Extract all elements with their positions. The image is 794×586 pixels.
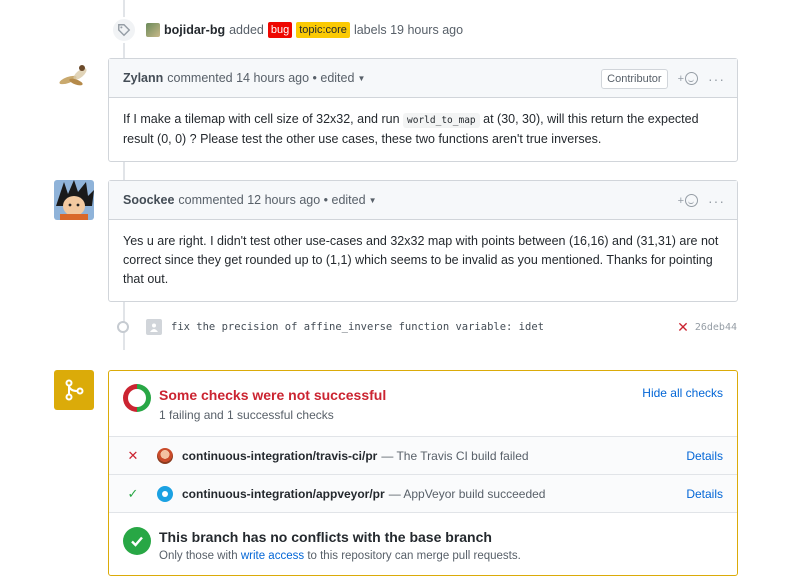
comment-author[interactable]: Soockee — [123, 193, 174, 207]
tag-icon — [111, 17, 137, 43]
conflict-subtitle: Only those with write access to this rep… — [159, 550, 521, 562]
chevron-down-icon[interactable]: ▼ — [369, 196, 377, 205]
checks-title: Some checks were not successful — [159, 387, 387, 403]
git-merge-icon — [54, 370, 94, 410]
label-topic-core[interactable]: topic:core — [296, 22, 350, 38]
event-verb: added — [229, 23, 264, 37]
x-icon[interactable]: ✕ — [677, 319, 689, 336]
commit-icon — [117, 321, 129, 333]
merge-status-box: Some checks were not successful 1 failin… — [108, 370, 738, 576]
check-name: continuous-integration/travis-ci/pr — [182, 448, 378, 463]
commit-message[interactable]: fix the precision of affine_inverse func… — [171, 321, 544, 333]
chevron-down-icon[interactable]: ▼ — [357, 74, 365, 83]
avatar-zylann[interactable] — [54, 58, 94, 98]
smiley-icon — [685, 194, 698, 207]
conflict-title: This branch has no conflicts with the ba… — [159, 529, 492, 545]
comment-author[interactable]: Zylann — [123, 71, 163, 85]
details-link[interactable]: Details — [686, 449, 723, 463]
commit-row: fix the precision of affine_inverse func… — [117, 316, 739, 338]
comment-soockee: Soockee commented 12 hours ago • edited … — [108, 180, 738, 302]
comment-meta[interactable]: commented 12 hours ago • edited — [178, 193, 365, 207]
comment-body: Yes u are right. I didn't test other use… — [123, 234, 719, 286]
conflict-sub-text: Only those with — [159, 550, 238, 562]
x-icon: ✕ — [127, 447, 139, 463]
hide-all-checks-link[interactable]: Hide all checks — [642, 386, 723, 400]
event-user[interactable]: bojidar-bg — [164, 23, 225, 37]
inline-code: world_to_map — [403, 113, 480, 128]
check-row-appveyor: ✓ continuous-integration/appveyor/pr — A… — [109, 475, 737, 513]
label-bug[interactable]: bug — [267, 22, 293, 38]
comment-header: Zylann commented 14 hours ago • edited ▼… — [109, 59, 737, 98]
checks-summary: Some checks were not successful 1 failin… — [109, 371, 737, 437]
check-row-travis: ✕ continuous-integration/travis-ci/pr — … — [109, 437, 737, 475]
write-access-link[interactable]: write access — [241, 550, 304, 562]
smiley-icon — [685, 72, 698, 85]
appveyor-icon — [157, 485, 173, 502]
conflict-status: This branch has no conflicts with the ba… — [109, 513, 737, 577]
checks-subtitle: 1 failing and 1 successful checks — [159, 408, 334, 422]
comment-zylann: Zylann commented 14 hours ago • edited ▼… — [108, 58, 738, 162]
comment-meta[interactable]: commented 14 hours ago • edited — [167, 71, 354, 85]
contributor-badge: Contributor — [601, 68, 668, 89]
check-description: — AppVeyor build succeeded — [388, 486, 546, 501]
timeline-line — [123, 162, 125, 182]
avatar[interactable] — [146, 23, 160, 37]
avatar-soockee[interactable] — [54, 180, 94, 220]
checks-status-ring-icon — [123, 384, 151, 412]
check-name: continuous-integration/appveyor/pr — [182, 486, 385, 501]
check-circle-icon — [123, 527, 151, 555]
check-icon: ✓ — [127, 485, 139, 501]
check-description: — The Travis CI build failed — [381, 448, 529, 463]
travis-ci-icon — [157, 447, 173, 464]
add-reaction-button[interactable]: + — [678, 194, 698, 207]
add-reaction-button[interactable]: + — [678, 72, 698, 85]
kebab-menu-icon[interactable]: ··· — [708, 71, 725, 87]
comment-header: Soockee commented 12 hours ago • edited … — [109, 181, 737, 220]
comment-body: If I make a tilemap with cell size of 32… — [109, 98, 737, 162]
commit-sha[interactable]: 26deb44 — [695, 322, 737, 333]
details-link[interactable]: Details — [686, 487, 723, 501]
conflict-sub-text: to this repository can merge pull reques… — [307, 550, 521, 562]
commit-author-avatar[interactable] — [146, 319, 162, 335]
label-event: bojidar-bg added bug topic:core labels 1… — [111, 16, 463, 44]
event-suffix: labels 19 hours ago — [353, 23, 464, 37]
comment-text: If I make a tilemap with cell size of 32… — [123, 112, 400, 126]
kebab-menu-icon[interactable]: ··· — [708, 193, 725, 209]
